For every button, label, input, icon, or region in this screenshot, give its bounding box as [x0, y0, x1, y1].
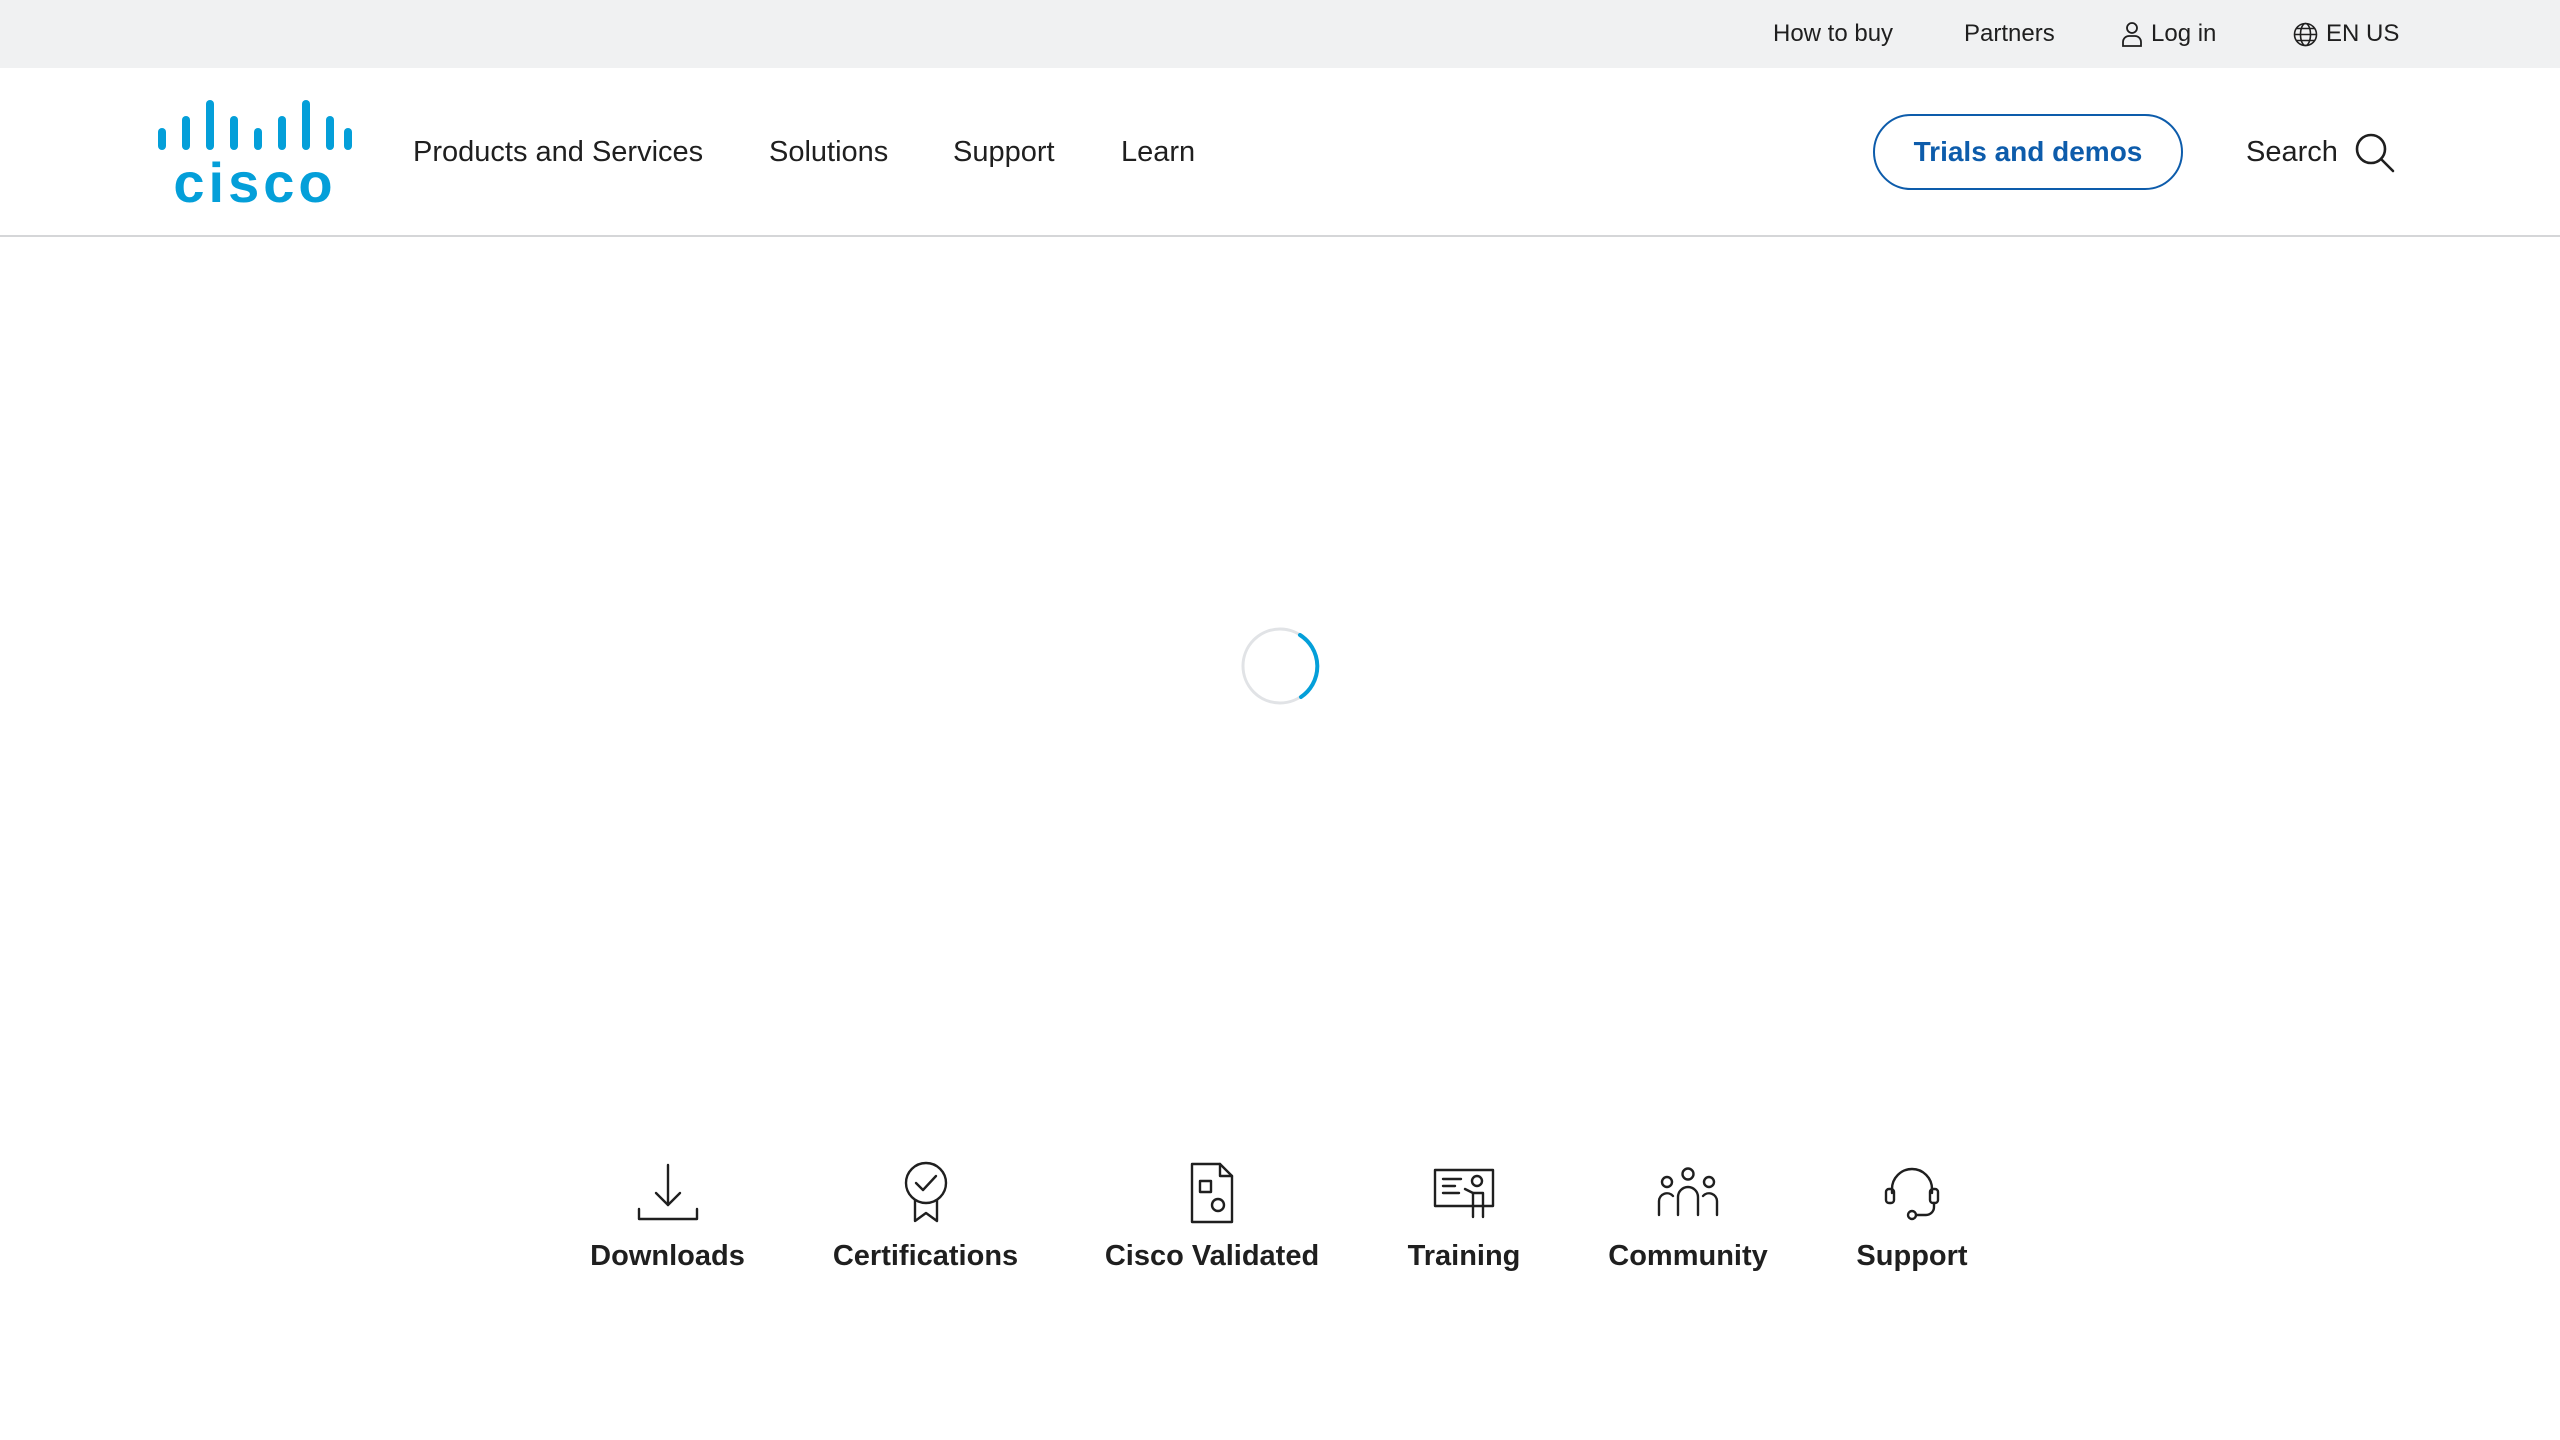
search-label: Search [2246, 136, 2338, 168]
how-to-buy-link[interactable]: How to buy [1773, 0, 1893, 68]
language-selector[interactable]: EN US [2293, 0, 2399, 68]
quick-link-certifications[interactable]: Certifications [832, 1160, 1019, 1273]
partners-label: Partners [1964, 20, 2055, 47]
quick-link-cisco-validated-label: Cisco Validated [1104, 1240, 1320, 1272]
nav-solutions-label: Solutions [769, 136, 889, 168]
quick-link-community-label: Community [1608, 1240, 1768, 1272]
quick-link-training[interactable]: Training [1407, 1160, 1521, 1273]
quick-link-cisco-validated[interactable]: Cisco Validated [1104, 1160, 1320, 1273]
main-header: cisco Products and Services Solutions Su… [0, 68, 2560, 237]
document-icon [1190, 1162, 1234, 1224]
people-group-icon [1657, 1167, 1719, 1217]
certification-badge-icon [904, 1161, 947, 1223]
log-in-label: Log in [2151, 20, 2217, 47]
how-to-buy-label: How to buy [1773, 20, 1894, 47]
nav-support-label: Support [953, 136, 1055, 168]
trials-and-demos-label: Trials and demos [1913, 136, 2143, 167]
quick-link-downloads[interactable]: Downloads [590, 1160, 745, 1273]
quick-link-support-label: Support [1856, 1240, 1968, 1272]
nav-learn-label: Learn [1121, 136, 1196, 168]
language-label: EN US [2326, 20, 2400, 47]
presentation-board-icon [1433, 1168, 1495, 1219]
nav-learn[interactable]: Learn [1121, 68, 1195, 237]
globe-icon [2293, 22, 2318, 46]
nav-support[interactable]: Support [953, 68, 1055, 237]
quick-link-training-label: Training [1407, 1240, 1521, 1272]
nav-solutions[interactable]: Solutions [769, 68, 888, 237]
nav-products-label: Products and Services [413, 136, 704, 168]
download-icon [637, 1163, 698, 1221]
cisco-logo[interactable]: cisco [158, 100, 352, 214]
search-icon [2355, 133, 2395, 172]
quick-link-certifications-label: Certifications [832, 1240, 1019, 1272]
quick-link-community[interactable]: Community [1608, 1160, 1768, 1273]
search-button[interactable]: Search [2246, 68, 2396, 237]
cisco-logo-mark: cisco [158, 100, 352, 214]
utility-bar: How to buy Partners Log in EN US [0, 0, 2560, 68]
log-in-link[interactable]: Log in [2121, 0, 2216, 68]
headset-icon [1884, 1167, 1940, 1221]
partners-link[interactable]: Partners [1964, 0, 2055, 68]
quick-link-downloads-label: Downloads [590, 1240, 745, 1272]
quick-link-support[interactable]: Support [1856, 1160, 1968, 1273]
cisco-logo-wordmark: cisco [173, 151, 336, 206]
nav-products-and-services[interactable]: Products and Services [413, 68, 703, 237]
user-icon [2122, 22, 2142, 47]
trials-and-demos-button[interactable]: Trials and demos [1873, 114, 2183, 190]
loading-spinner [1241, 627, 1320, 705]
